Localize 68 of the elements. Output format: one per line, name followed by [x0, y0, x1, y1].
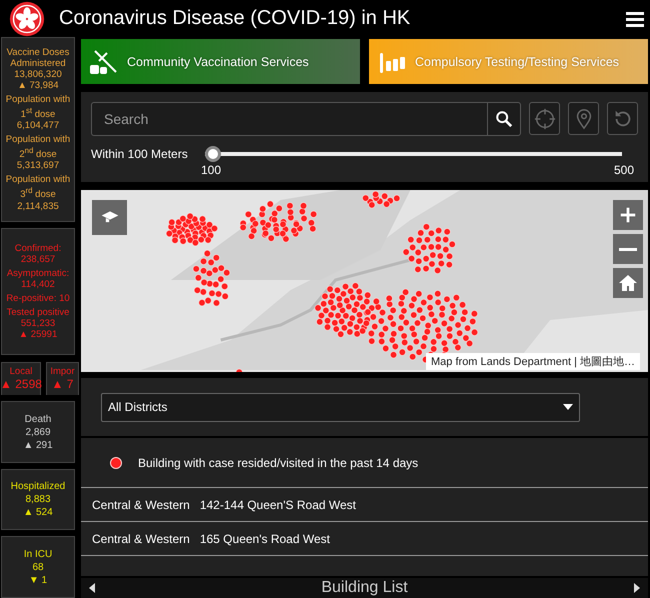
- stat-change: ▲ 524: [23, 506, 53, 520]
- menu-icon[interactable]: [626, 10, 644, 26]
- stat-text: ▲ 25991: [18, 328, 58, 340]
- stat-label: In ICU: [24, 548, 52, 561]
- search-button[interactable]: [487, 102, 521, 136]
- minus-icon: [619, 248, 637, 250]
- stat-value: ▲ 2598: [1, 376, 42, 391]
- plus-icon: [619, 206, 637, 224]
- map-attribution: Map from Lands Department | 地圖由地…: [426, 353, 640, 370]
- stat-text: 6,104,477: [16, 120, 60, 132]
- stat-change: ▲ 291: [23, 438, 53, 452]
- stat-text: Confirmed:: [14, 242, 62, 254]
- left-arrow-icon[interactable]: [89, 583, 95, 593]
- layers-button[interactable]: [92, 200, 127, 235]
- building-row[interactable]: Central & Western 165 Queen's Road West: [81, 522, 648, 556]
- stat-value: 68: [32, 560, 44, 574]
- stat-text: Population with 1$^{st}$ dose: [4, 94, 72, 120]
- page-title: Coronavirus Disease (COVID-19) in HK: [59, 7, 412, 30]
- stat-text: 238,657: [20, 254, 56, 265]
- stat-text: Asymptomatic:: [6, 268, 70, 279]
- service-button[interactable]: Community Vaccination Services: [81, 39, 360, 84]
- building-row[interactable]: Central & Western 142-144 Queen'S Road West: [81, 488, 648, 522]
- stat-text: 2,114,835: [17, 200, 59, 212]
- building-address: 165 Queen's Road West: [200, 532, 330, 546]
- stat-label: Impor: [50, 366, 75, 377]
- stat-text: Tested positive: [6, 306, 70, 318]
- stat-text: Population with 2$^{nd}$ dose: [4, 134, 72, 160]
- slider-max-label: 500: [614, 163, 634, 177]
- stat-text: ▲ 73,984: [17, 80, 59, 92]
- map[interactable]: Map from Lands Department | 地圖由地…: [81, 190, 648, 372]
- stat-text: Re-positive: 10: [6, 292, 70, 304]
- case-dot-icon: [110, 456, 122, 468]
- radius-label: Within 100 Meters: [91, 147, 189, 161]
- stat-value: 8,883: [25, 493, 51, 506]
- building-address: 142-144 Queen'S Road West: [200, 498, 356, 512]
- pin-button[interactable]: [568, 102, 599, 135]
- stat-value: 2,869: [25, 426, 51, 439]
- home-icon: [618, 273, 638, 293]
- stat-text: 551,233: [20, 318, 56, 329]
- panel-title: Building List: [321, 579, 408, 597]
- legend-label: Building with case resided/visited in the past 14 days: [138, 456, 418, 470]
- flower-emblem-icon: [9, 0, 45, 36]
- slider-min-label: 100: [201, 163, 222, 177]
- stat-change: ▼ 1: [28, 574, 48, 587]
- crosshair-icon: [534, 108, 556, 130]
- stat-text: Population with 3$^{rd}$ dose: [4, 174, 72, 201]
- stat-text: 5,313,697: [16, 160, 60, 172]
- search-icon: [495, 110, 513, 128]
- locate-button[interactable]: [529, 102, 560, 135]
- stat-text: 13,806,320: [14, 69, 62, 80]
- right-arrow-icon[interactable]: [634, 583, 640, 593]
- stat-text: Vaccine Doses Administered: [6, 47, 70, 70]
- slider-thumb[interactable]: [205, 146, 221, 162]
- zoom-in-button[interactable]: [613, 200, 643, 230]
- syringe-icon: [89, 48, 119, 74]
- caret-icon: [563, 404, 573, 410]
- stat-label: Local: [10, 366, 32, 377]
- home-button[interactable]: [613, 268, 643, 298]
- district-dropdown[interactable]: All Districts: [101, 392, 580, 422]
- stat-text: 114,402: [21, 278, 55, 290]
- reset-button[interactable]: [607, 102, 638, 135]
- district-name: Central & Western: [92, 532, 190, 546]
- search-field[interactable]: Search: [91, 102, 487, 136]
- stat-label: Hospitalized: [10, 480, 66, 494]
- stat-label: Death: [24, 412, 52, 426]
- district-name: Central & Western: [92, 498, 190, 512]
- zoom-out-button[interactable]: [613, 234, 643, 264]
- stat-value: ▲ 7: [52, 376, 74, 391]
